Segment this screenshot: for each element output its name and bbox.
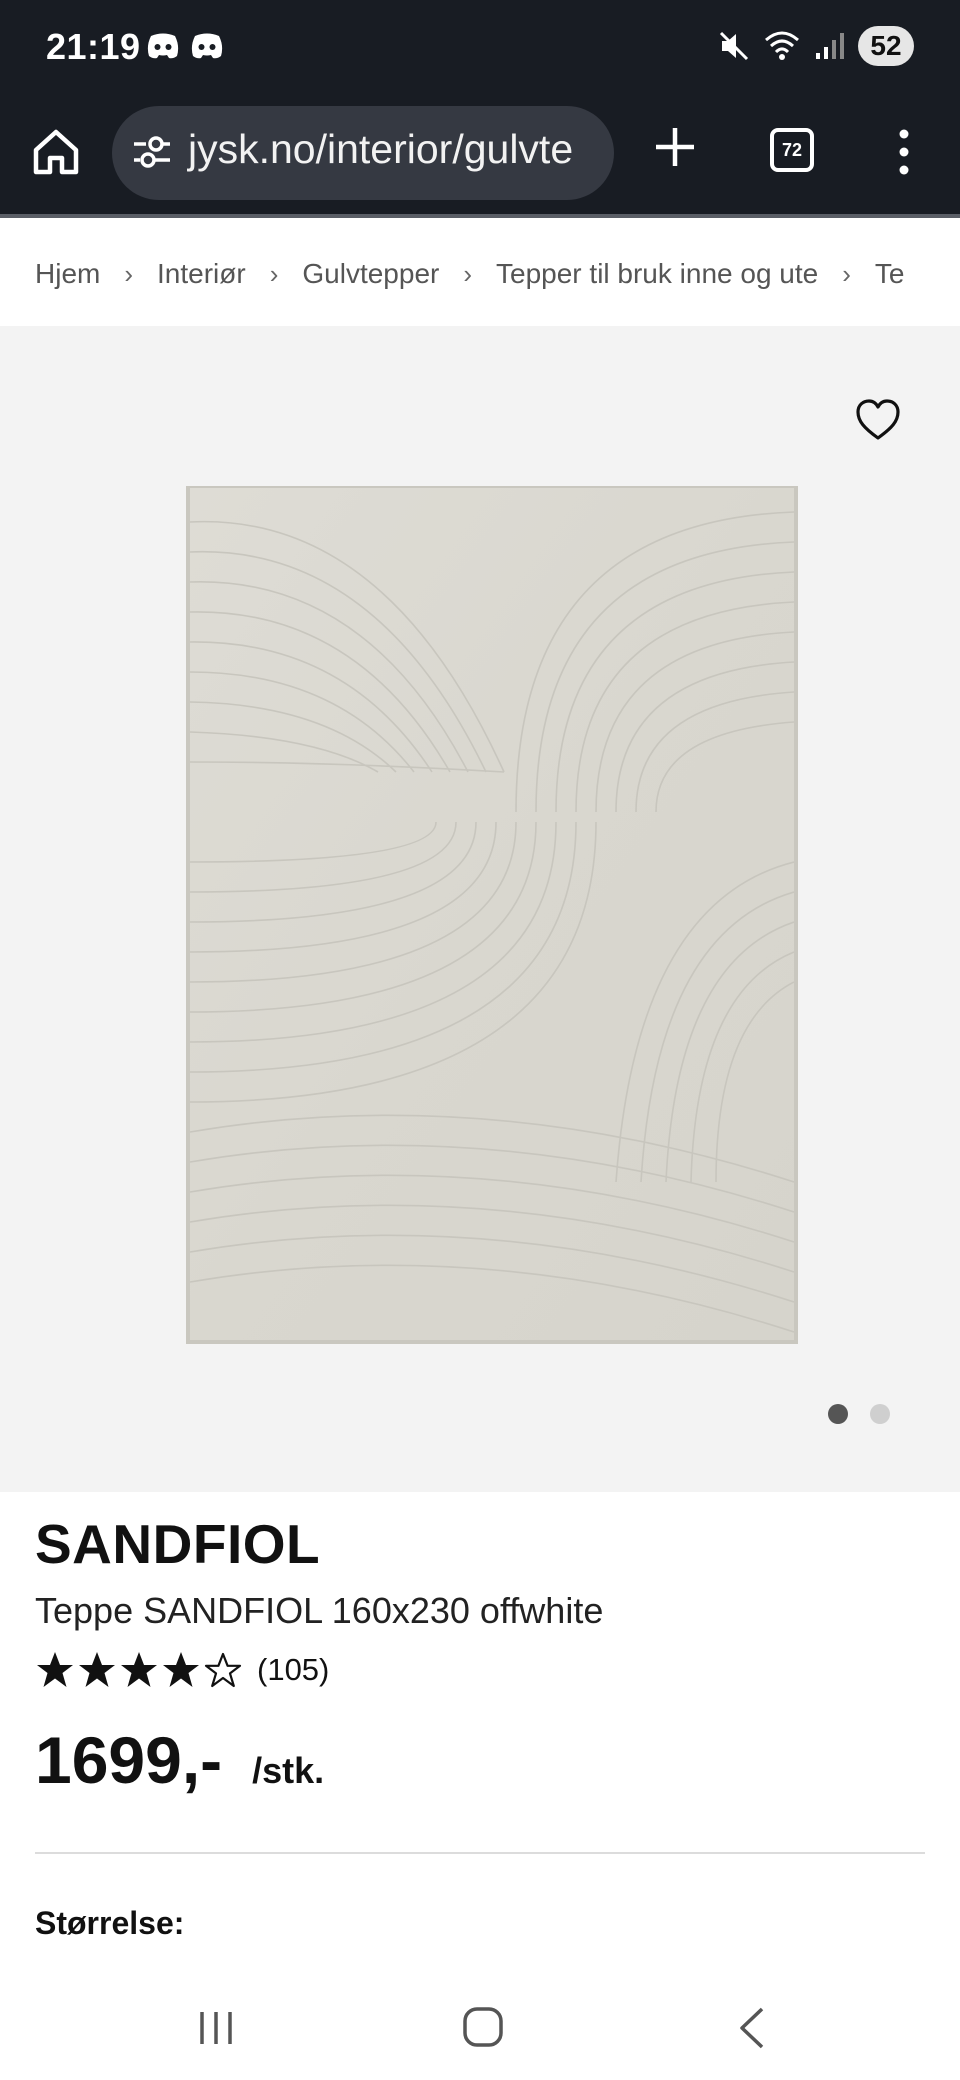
breadcrumb: Hjem › Interiør › Gulvtepper › Tepper ti…	[0, 222, 960, 326]
star-filled-icon	[163, 1652, 199, 1687]
address-bar[interactable]: jysk.no/interior/gulvte	[112, 106, 614, 200]
recents-icon[interactable]	[196, 2008, 236, 2048]
status-time: 21:19	[46, 26, 141, 67]
product-name: Teppe SANDFIOL 160x230 offwhite	[35, 1590, 604, 1631]
url-text[interactable]: jysk.no/interior/gulvte	[188, 126, 573, 173]
product-price: 1699,-	[35, 1723, 223, 1797]
status-notification-icons	[146, 32, 224, 60]
star-filled-icon	[121, 1652, 157, 1687]
chevron-right-icon: ›	[124, 258, 134, 289]
breadcrumb-item-gulvtepper[interactable]: Gulvtepper	[302, 258, 439, 290]
product-rating[interactable]: (105)	[35, 1650, 329, 1690]
breadcrumb-item-interior[interactable]: Interiør	[157, 258, 246, 290]
gallery-dot-1[interactable]	[828, 1404, 848, 1424]
chevron-right-icon: ›	[269, 258, 279, 289]
star-filled-icon	[79, 1652, 115, 1687]
product-gallery[interactable]	[0, 326, 960, 1492]
system-navigation-bar	[0, 1978, 960, 2080]
discord-icon	[191, 33, 223, 59]
review-count[interactable]: (105)	[257, 1652, 329, 1688]
home-button-icon[interactable]	[462, 2006, 504, 2048]
menu-icon[interactable]	[892, 126, 916, 178]
battery-indicator: 52	[858, 26, 914, 66]
signal-icon	[816, 33, 844, 59]
gallery-pagination	[828, 1404, 890, 1424]
status-system-icons: 52	[718, 26, 914, 66]
site-settings-icon[interactable]	[132, 134, 172, 170]
discord-icon	[147, 33, 179, 59]
mute-icon	[719, 31, 749, 61]
breadcrumb-item-hjem[interactable]: Hjem	[35, 258, 100, 290]
rug-image[interactable]	[186, 482, 798, 1346]
tab-count: 72	[781, 139, 803, 160]
new-tab-icon[interactable]	[650, 122, 700, 172]
tabs-button[interactable]: 72	[770, 128, 814, 172]
browser-toolbar: jysk.no/interior/gulvte 72	[0, 96, 960, 218]
gallery-dot-2[interactable]	[870, 1404, 890, 1424]
price-unit: /stk.	[252, 1750, 325, 1791]
heart-icon[interactable]	[854, 396, 902, 444]
wifi-icon	[765, 31, 799, 60]
status-bar: 21:19 52	[0, 0, 960, 96]
chevron-right-icon: ›	[842, 258, 851, 289]
star-empty-icon	[204, 1652, 242, 1688]
back-icon[interactable]	[736, 2006, 766, 2050]
divider	[35, 1852, 925, 1854]
home-icon[interactable]	[30, 126, 82, 178]
breadcrumb-item-current[interactable]: Te	[875, 258, 905, 290]
size-label: Størrelse:	[35, 1905, 185, 1941]
product-brand: SANDFIOL	[35, 1513, 321, 1575]
star-filled-icon	[37, 1652, 73, 1687]
chevron-right-icon: ›	[463, 258, 473, 289]
breadcrumb-item-tepper-inne-ute[interactable]: Tepper til bruk inne og ute	[496, 258, 818, 290]
price-row: 1699,- /stk.	[35, 1722, 324, 1798]
rating-stars	[35, 1650, 243, 1690]
